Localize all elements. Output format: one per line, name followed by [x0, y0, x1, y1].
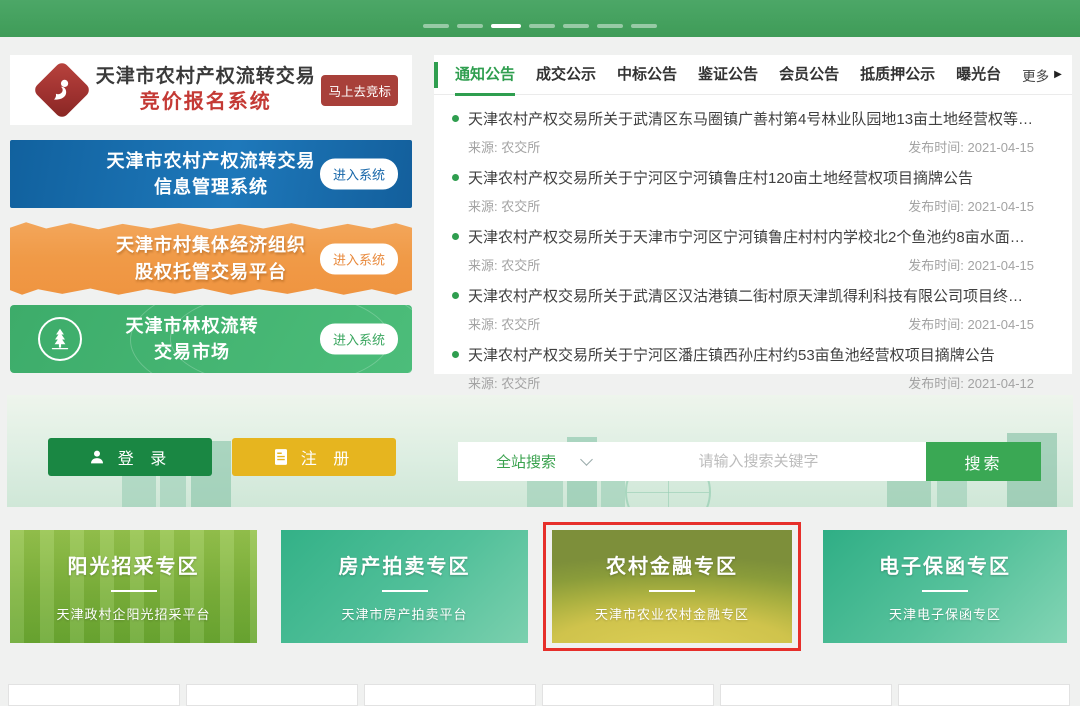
login-button[interactable]: 登 录 — [48, 438, 212, 476]
list-item: 天津农村产权交易所关于武清区汉沽港镇二街村原天津凯得利科技有限公司项目终结公告 … — [452, 285, 1034, 333]
announcement-meta: 来源: 农交所 发布时间: 2021-04-15 — [468, 137, 1034, 156]
announcement-link[interactable]: 天津农村产权交易所关于武清区汉沽港镇二街村原天津凯得利科技有限公司项目终结公告 — [452, 285, 1034, 306]
carousel-dash[interactable] — [631, 24, 657, 28]
zone-card-sunshine-procurement[interactable]: 阳光招采专区 天津政村企阳光招采平台 — [10, 530, 257, 643]
bullet-dot-icon — [452, 174, 459, 181]
list-item[interactable] — [542, 684, 714, 706]
divider — [922, 590, 968, 592]
announcement-panel: 通知公告 成交公示 中标公告 鉴证公告 会员公告 抵质押公示 曝光台 更多 ▶ … — [434, 55, 1072, 374]
site-title: 天津市农村产权流转交易 — [90, 65, 321, 89]
divider — [382, 590, 428, 592]
list-item: 天津农村产权交易所关于天津市宁河区宁河镇鲁庄村村内学校北2个鱼池约8亩水面经营.… — [452, 226, 1034, 274]
user-icon — [88, 448, 106, 466]
search-scope-select[interactable]: 全站搜索 — [458, 451, 591, 472]
tab-pledge-publicity[interactable]: 抵质押公示 — [860, 55, 935, 95]
tab-exposure[interactable]: 曝光台 — [956, 55, 1001, 95]
bullet-dot-icon — [452, 233, 459, 240]
list-item[interactable] — [898, 684, 1070, 706]
divider — [111, 590, 157, 592]
search-bar: 全站搜索 搜索 — [458, 442, 1041, 481]
announcement-tabs: 通知公告 成交公示 中标公告 鉴证公告 会员公告 抵质押公示 曝光台 更多 ▶ — [434, 55, 1072, 95]
more-link[interactable]: 更多 ▶ — [1022, 65, 1062, 85]
announcement-list: 天津农村产权交易所关于武清区东马圈镇广善村第4号林业队园地13亩土地经营权等4个… — [434, 95, 1072, 392]
homepage: 天津市农村产权流转交易 竞价报名系统 马上去竞标 天津市农村产权流转交易 信息管… — [0, 0, 1080, 698]
list-item: 天津农村产权交易所关于宁河区宁河镇鲁庄村120亩土地经营权项目摘牌公告 来源: … — [452, 167, 1034, 215]
bidding-system-title: 天津市农村产权流转交易 竞价报名系统 — [90, 65, 321, 116]
carousel-dash[interactable] — [529, 24, 555, 28]
equity-custody-banner[interactable]: 天津市村集体经济组织 股权托管交易平台 进入系统 — [10, 220, 412, 297]
announcement-link[interactable]: 天津农村产权交易所关于天津市宁河区宁河镇鲁庄村村内学校北2个鱼池约8亩水面经营.… — [452, 226, 1034, 247]
list-item[interactable] — [364, 684, 536, 706]
enter-forest-system-button[interactable]: 进入系统 — [320, 324, 398, 355]
carousel-banner[interactable] — [0, 0, 1080, 37]
tab-notice[interactable]: 通知公告 — [455, 55, 515, 95]
register-button[interactable]: 注 册 — [232, 438, 396, 476]
carousel-dash[interactable] — [457, 24, 483, 28]
carousel-indicators — [423, 24, 657, 28]
search-hero-banner: 登 录 注 册 全站搜索 搜索 — [7, 395, 1073, 507]
bidding-system-panel: 天津市农村产权流转交易 竞价报名系统 马上去竞标 — [10, 55, 412, 125]
pine-tree-icon — [38, 317, 82, 361]
list-item[interactable] — [186, 684, 358, 706]
list-item[interactable] — [8, 684, 180, 706]
tab-deal-publicity[interactable]: 成交公示 — [536, 55, 596, 95]
enter-info-system-button[interactable]: 进入系统 — [320, 159, 398, 190]
register-card-icon — [273, 448, 289, 466]
info-management-title: 天津市农村产权流转交易 信息管理系统 — [107, 148, 316, 200]
forest-rights-banner[interactable]: 天津市林权流转 交易市场 进入系统 — [10, 305, 412, 373]
announcement-meta: 来源: 农交所 发布时间: 2021-04-12 — [468, 373, 1034, 392]
list-item: 天津农村产权交易所关于宁河区潘庄镇西孙庄村约53亩鱼池经营权项目摘牌公告 来源:… — [452, 344, 1034, 392]
bullet-dot-icon — [452, 115, 459, 122]
list-item: 天津农村产权交易所关于武清区东马圈镇广善村第4号林业队园地13亩土地经营权等4个… — [452, 108, 1034, 156]
bullet-dot-icon — [452, 351, 459, 358]
zone-card-property-auction[interactable]: 房产拍卖专区 天津市房产拍卖平台 — [281, 530, 528, 643]
announcement-meta: 来源: 农交所 发布时间: 2021-04-15 — [468, 314, 1034, 333]
logo-diamond-icon — [34, 62, 90, 118]
enter-equity-system-button[interactable]: 进入系统 — [320, 243, 398, 274]
go-bid-button[interactable]: 马上去竞标 — [321, 75, 398, 106]
announcement-link[interactable]: 天津农村产权交易所关于宁河区宁河镇鲁庄村120亩土地经营权项目摘牌公告 — [452, 167, 1034, 188]
bidding-subtitle: 竞价报名系统 — [90, 90, 321, 115]
tab-certification[interactable]: 鉴证公告 — [698, 55, 758, 95]
list-item[interactable] — [720, 684, 892, 706]
zone-card-electronic-guarantee[interactable]: 电子保函专区 天津电子保函专区 — [823, 530, 1067, 643]
announcement-meta: 来源: 农交所 发布时间: 2021-04-15 — [468, 255, 1034, 274]
bullet-dot-icon — [452, 292, 459, 299]
divider — [649, 590, 695, 592]
carousel-dash[interactable] — [597, 24, 623, 28]
info-management-banner[interactable]: 天津市农村产权流转交易 信息管理系统 进入系统 — [10, 140, 412, 208]
announcement-link[interactable]: 天津农村产权交易所关于宁河区潘庄镇西孙庄村约53亩鱼池经营权项目摘牌公告 — [452, 344, 1034, 365]
equity-custody-title: 天津市村集体经济组织 股权托管交易平台 — [116, 232, 306, 284]
more-arrow-icon: ▶ — [1054, 69, 1062, 80]
search-input[interactable] — [591, 453, 926, 470]
announcement-meta: 来源: 农交所 发布时间: 2021-04-15 — [468, 196, 1034, 215]
tab-winning-bid[interactable]: 中标公告 — [617, 55, 677, 95]
tab-accent-bar — [434, 62, 438, 88]
carousel-dash-active[interactable] — [491, 24, 521, 28]
announcement-link[interactable]: 天津农村产权交易所关于武清区东马圈镇广善村第4号林业队园地13亩土地经营权等4个… — [452, 108, 1034, 129]
tab-member[interactable]: 会员公告 — [779, 55, 839, 95]
zone-card-rural-finance[interactable]: 农村金融专区 天津市农业农村金融专区 — [552, 530, 792, 643]
search-button[interactable]: 搜索 — [926, 442, 1041, 481]
carousel-dash[interactable] — [563, 24, 589, 28]
carousel-dash[interactable] — [423, 24, 449, 28]
